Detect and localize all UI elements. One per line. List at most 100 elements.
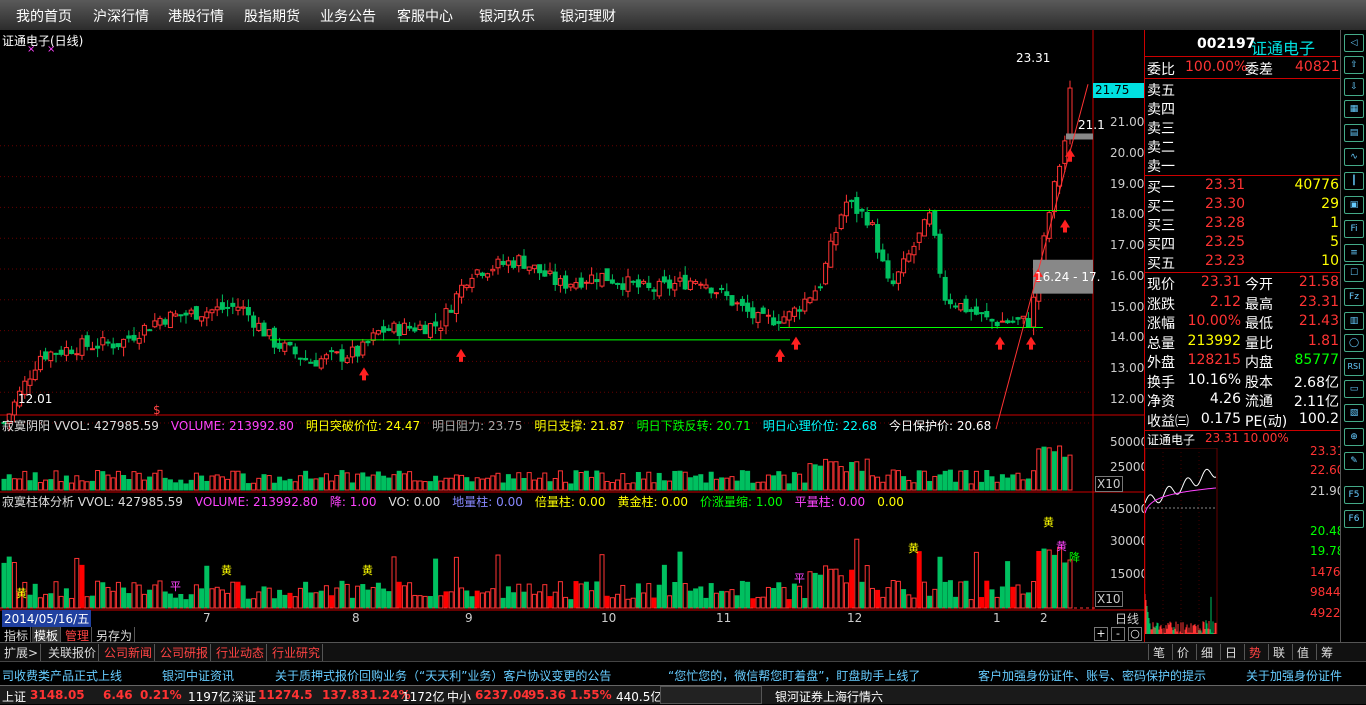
candle-body [225, 306, 231, 309]
circle-icon[interactable]: ◯ [1344, 334, 1364, 352]
tab-industry-news[interactable]: 行业动态 [214, 644, 268, 661]
arrow-up-icon[interactable]: ⇧ [1344, 56, 1364, 74]
news-item[interactable]: 客户加强身份证件、账号、密码保护的提示 [978, 667, 1206, 684]
grid-icon[interactable]: ▦ [1344, 100, 1364, 118]
volume-bar [542, 584, 548, 609]
indicator-value: 寂寞阴阳 VVOL: 427985.59 [2, 419, 159, 433]
news-item[interactable]: 银河中证资讯 [162, 667, 234, 684]
volume-bar [308, 592, 314, 609]
bars-icon[interactable]: ▥ [1344, 312, 1364, 330]
news-ticker: 司收费类产品正式上线 银河中证资讯 关于质押式报价回购业务（“天天利”业务）客户… [0, 661, 1366, 686]
candle-body [1015, 317, 1021, 320]
menu-announcements[interactable]: 业务公告 [320, 6, 376, 26]
volume-bar [869, 587, 875, 609]
hand-icon[interactable]: ☐ [1344, 264, 1364, 282]
stat-label: 流通 [1245, 394, 1273, 410]
volume-bar [979, 597, 985, 609]
vol-label: 平 [794, 572, 805, 585]
line-chart-icon[interactable]: ∿ [1344, 148, 1364, 166]
f6-icon[interactable]: F6 [1344, 510, 1364, 528]
candle-body [11, 401, 17, 416]
tab-industry-research[interactable]: 行业研究 [270, 644, 324, 661]
volume-bar [781, 474, 787, 491]
volume-bar [277, 476, 283, 491]
news-item[interactable]: 关于加强身份证件 [1246, 667, 1364, 684]
volume-bar [516, 472, 522, 491]
menu-hk-market[interactable]: 港股行情 [168, 6, 224, 26]
tab-company-research[interactable]: 公司研报 [158, 644, 212, 661]
stat-row: 换手 10.16% 股本 2.68亿 [1145, 371, 1341, 391]
volume-bar [760, 596, 766, 609]
menu-finance[interactable]: 银河理财 [560, 6, 616, 26]
candle-body [823, 262, 829, 285]
vol2-tick: 15000 [1110, 567, 1144, 581]
zoom-icon[interactable]: ⊕ [1344, 428, 1364, 446]
tab-extend[interactable]: 扩展> [2, 644, 42, 661]
quote-tab[interactable]: 势 [1244, 644, 1265, 660]
news-item[interactable]: 关于质押式报价回购业务（“天天利”业务）客户协议变更的公告 [275, 667, 611, 684]
table-icon[interactable]: ▤ [1344, 124, 1364, 142]
calendar-icon[interactable]: ▣ [1344, 196, 1364, 214]
candle-body [568, 283, 574, 288]
volume-bar [630, 482, 636, 491]
quote-tab[interactable]: 值 [1292, 644, 1313, 660]
volume-bar [500, 597, 506, 609]
volume-bar [719, 477, 725, 491]
volume-bar [490, 475, 496, 491]
menu-futures[interactable]: 股指期货 [244, 6, 300, 26]
volume-bar [656, 584, 662, 609]
news-item[interactable]: “您忙您的，微信帮您盯着盘”，盯盘助手上线了 [668, 667, 920, 684]
volume-bar [682, 583, 688, 609]
fi-icon[interactable]: Fi [1344, 220, 1364, 238]
volume-bar [589, 476, 595, 491]
tab-company-news[interactable]: 公司新闻 [102, 644, 156, 661]
menu-yinhe-fun[interactable]: 银河玖乐 [479, 6, 535, 26]
back-icon[interactable]: ◁ [1344, 34, 1364, 52]
volume-bar [547, 481, 553, 491]
vol-label: 黄 [908, 542, 919, 555]
volume-bar [999, 474, 1005, 491]
candle-body [958, 303, 964, 311]
menu-home[interactable]: 我的首页 [16, 6, 72, 26]
quote-tab[interactable]: 日 [1220, 644, 1241, 660]
kline-chart-area[interactable]: × × 证通电子(日线) 23.31 12.01 21.75 21.1 16.24… [0, 30, 1144, 642]
volume-bar [739, 580, 745, 609]
kline-svg[interactable]: × × [0, 30, 1144, 642]
menu-hs-market[interactable]: 沪深行情 [93, 6, 149, 26]
news-item[interactable]: 司收费类产品正式上线 [2, 667, 122, 684]
stack-icon[interactable]: ▧ [1344, 404, 1364, 422]
quote-tab[interactable]: 笔 [1148, 644, 1169, 660]
volume-bar [1020, 593, 1026, 609]
pencil-icon[interactable]: ✎ [1344, 452, 1364, 470]
candle-body [734, 302, 740, 305]
volume-bar [750, 598, 756, 609]
box-icon[interactable]: ▭ [1344, 380, 1364, 398]
quote-tab[interactable]: 联 [1268, 644, 1289, 660]
rsi-icon[interactable]: RSI [1344, 358, 1364, 376]
volume-bar [547, 596, 553, 609]
volume-bar [791, 583, 797, 609]
kline-icon[interactable]: ┃ [1344, 172, 1364, 190]
candle-body [890, 280, 896, 285]
quote-tab[interactable]: 价 [1172, 644, 1193, 660]
candle-body [74, 353, 80, 356]
volume-bar [141, 593, 147, 609]
list-icon[interactable]: ≡ [1344, 244, 1364, 262]
quote-tab[interactable]: 细 [1196, 644, 1217, 660]
volume-bar [292, 481, 298, 491]
volume-bar [895, 470, 901, 491]
menu-service[interactable]: 客服中心 [397, 6, 453, 26]
volume-bar [17, 478, 23, 491]
volume-bar [266, 475, 272, 491]
fz-icon[interactable]: Fz [1344, 288, 1364, 306]
tab-related-quote[interactable]: 关联报价 [46, 644, 100, 661]
buy-volume: 40776 [1294, 177, 1339, 193]
volume-bar [152, 584, 158, 609]
f5-icon[interactable]: F5 [1344, 486, 1364, 504]
arrow-down-icon[interactable]: ⇩ [1344, 78, 1364, 96]
candle-body [271, 327, 277, 348]
quote-tab[interactable]: 筹 [1316, 644, 1337, 660]
volume-bar [989, 589, 995, 609]
sell-row: 卖一 [1145, 155, 1341, 175]
volume-bar [209, 588, 215, 609]
